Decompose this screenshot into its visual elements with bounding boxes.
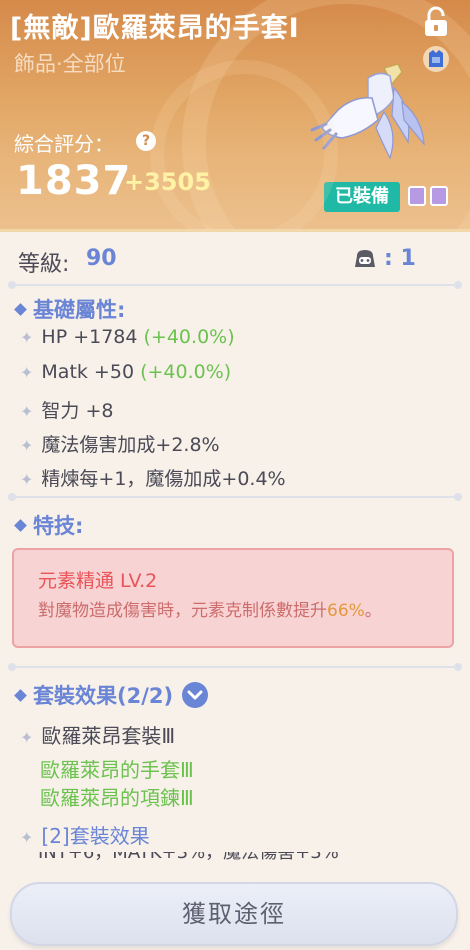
score-label: 綜合評分：	[14, 132, 114, 156]
help-icon[interactable]: ?	[136, 131, 156, 151]
divider	[8, 493, 462, 501]
set-piece: 歐羅萊昂的手套Ⅲ	[40, 758, 194, 782]
item-header: [無敵]歐羅萊昂的手套Ⅰ 飾品·全部位 綜合評分： ? 1837 +3505 已…	[0, 0, 470, 232]
set-bonus-title: ✦ [2]套裝效果	[20, 824, 150, 848]
sparkle-icon: ✦	[20, 363, 34, 382]
item-slot-type: 飾品·全部位	[14, 52, 126, 76]
set-effect-title[interactable]: 套裝效果(2/2)	[14, 680, 209, 710]
set-name: ✦ 歐羅萊昂套裝Ⅲ	[20, 724, 176, 748]
refine-value: : 1	[384, 246, 416, 271]
equipped-badge: 已裝備	[324, 182, 400, 212]
skill-description: 對魔物造成傷害時，元素克制係數提升66%。	[38, 601, 382, 621]
skill-box: 元素精通 LV.2 對魔物造成傷害時，元素克制係數提升66%。	[12, 548, 454, 648]
skill-name: 元素精通 LV.2	[38, 570, 158, 592]
divider	[8, 281, 462, 289]
score-value: 1837	[16, 158, 132, 204]
stat-line: ✦ 智力 +8	[20, 400, 114, 422]
level-value: 90	[86, 246, 117, 271]
score-bonus: +3505	[124, 168, 211, 196]
item-title: [無敵]歐羅萊昂的手套Ⅰ	[10, 13, 300, 44]
diamond-icon	[14, 518, 27, 532]
glove-item-icon	[310, 63, 425, 160]
level-row: 等級: 90 : 1	[0, 240, 470, 280]
unlock-icon[interactable]	[422, 6, 450, 38]
level-label: 等級:	[18, 252, 70, 277]
refine-icon	[355, 250, 375, 267]
sparkle-icon: ✦	[20, 402, 34, 421]
base-attributes-title: 基礎屬性:	[14, 294, 125, 324]
stat-line: ✦ 魔法傷害加成+2.8%	[20, 434, 220, 456]
skill-title: 特技:	[14, 510, 83, 540]
slot-square-1	[408, 186, 426, 206]
sparkle-icon: ✦	[20, 470, 34, 489]
stat-line: ✦ HP +1784 (+40.0%)	[20, 326, 235, 348]
divider	[8, 663, 462, 671]
obtain-method-button[interactable]: 獲取途徑	[10, 882, 458, 946]
diamond-icon	[14, 688, 27, 702]
sparkle-icon: ✦	[20, 728, 34, 747]
stat-line: ✦ Matk +50 (+40.0%)	[20, 361, 232, 383]
sparkle-icon: ✦	[20, 436, 34, 455]
slot-square-2	[430, 186, 448, 206]
sparkle-icon: ✦	[20, 828, 34, 847]
set-piece: 歐羅萊昂的項鍊Ⅲ	[40, 786, 194, 810]
chevron-down-icon[interactable]	[182, 682, 209, 708]
sparkle-icon: ✦	[20, 328, 34, 347]
diamond-icon	[14, 302, 27, 316]
stat-line: ✦ 精煉每+1，魔傷加成+0.4%	[20, 468, 286, 490]
